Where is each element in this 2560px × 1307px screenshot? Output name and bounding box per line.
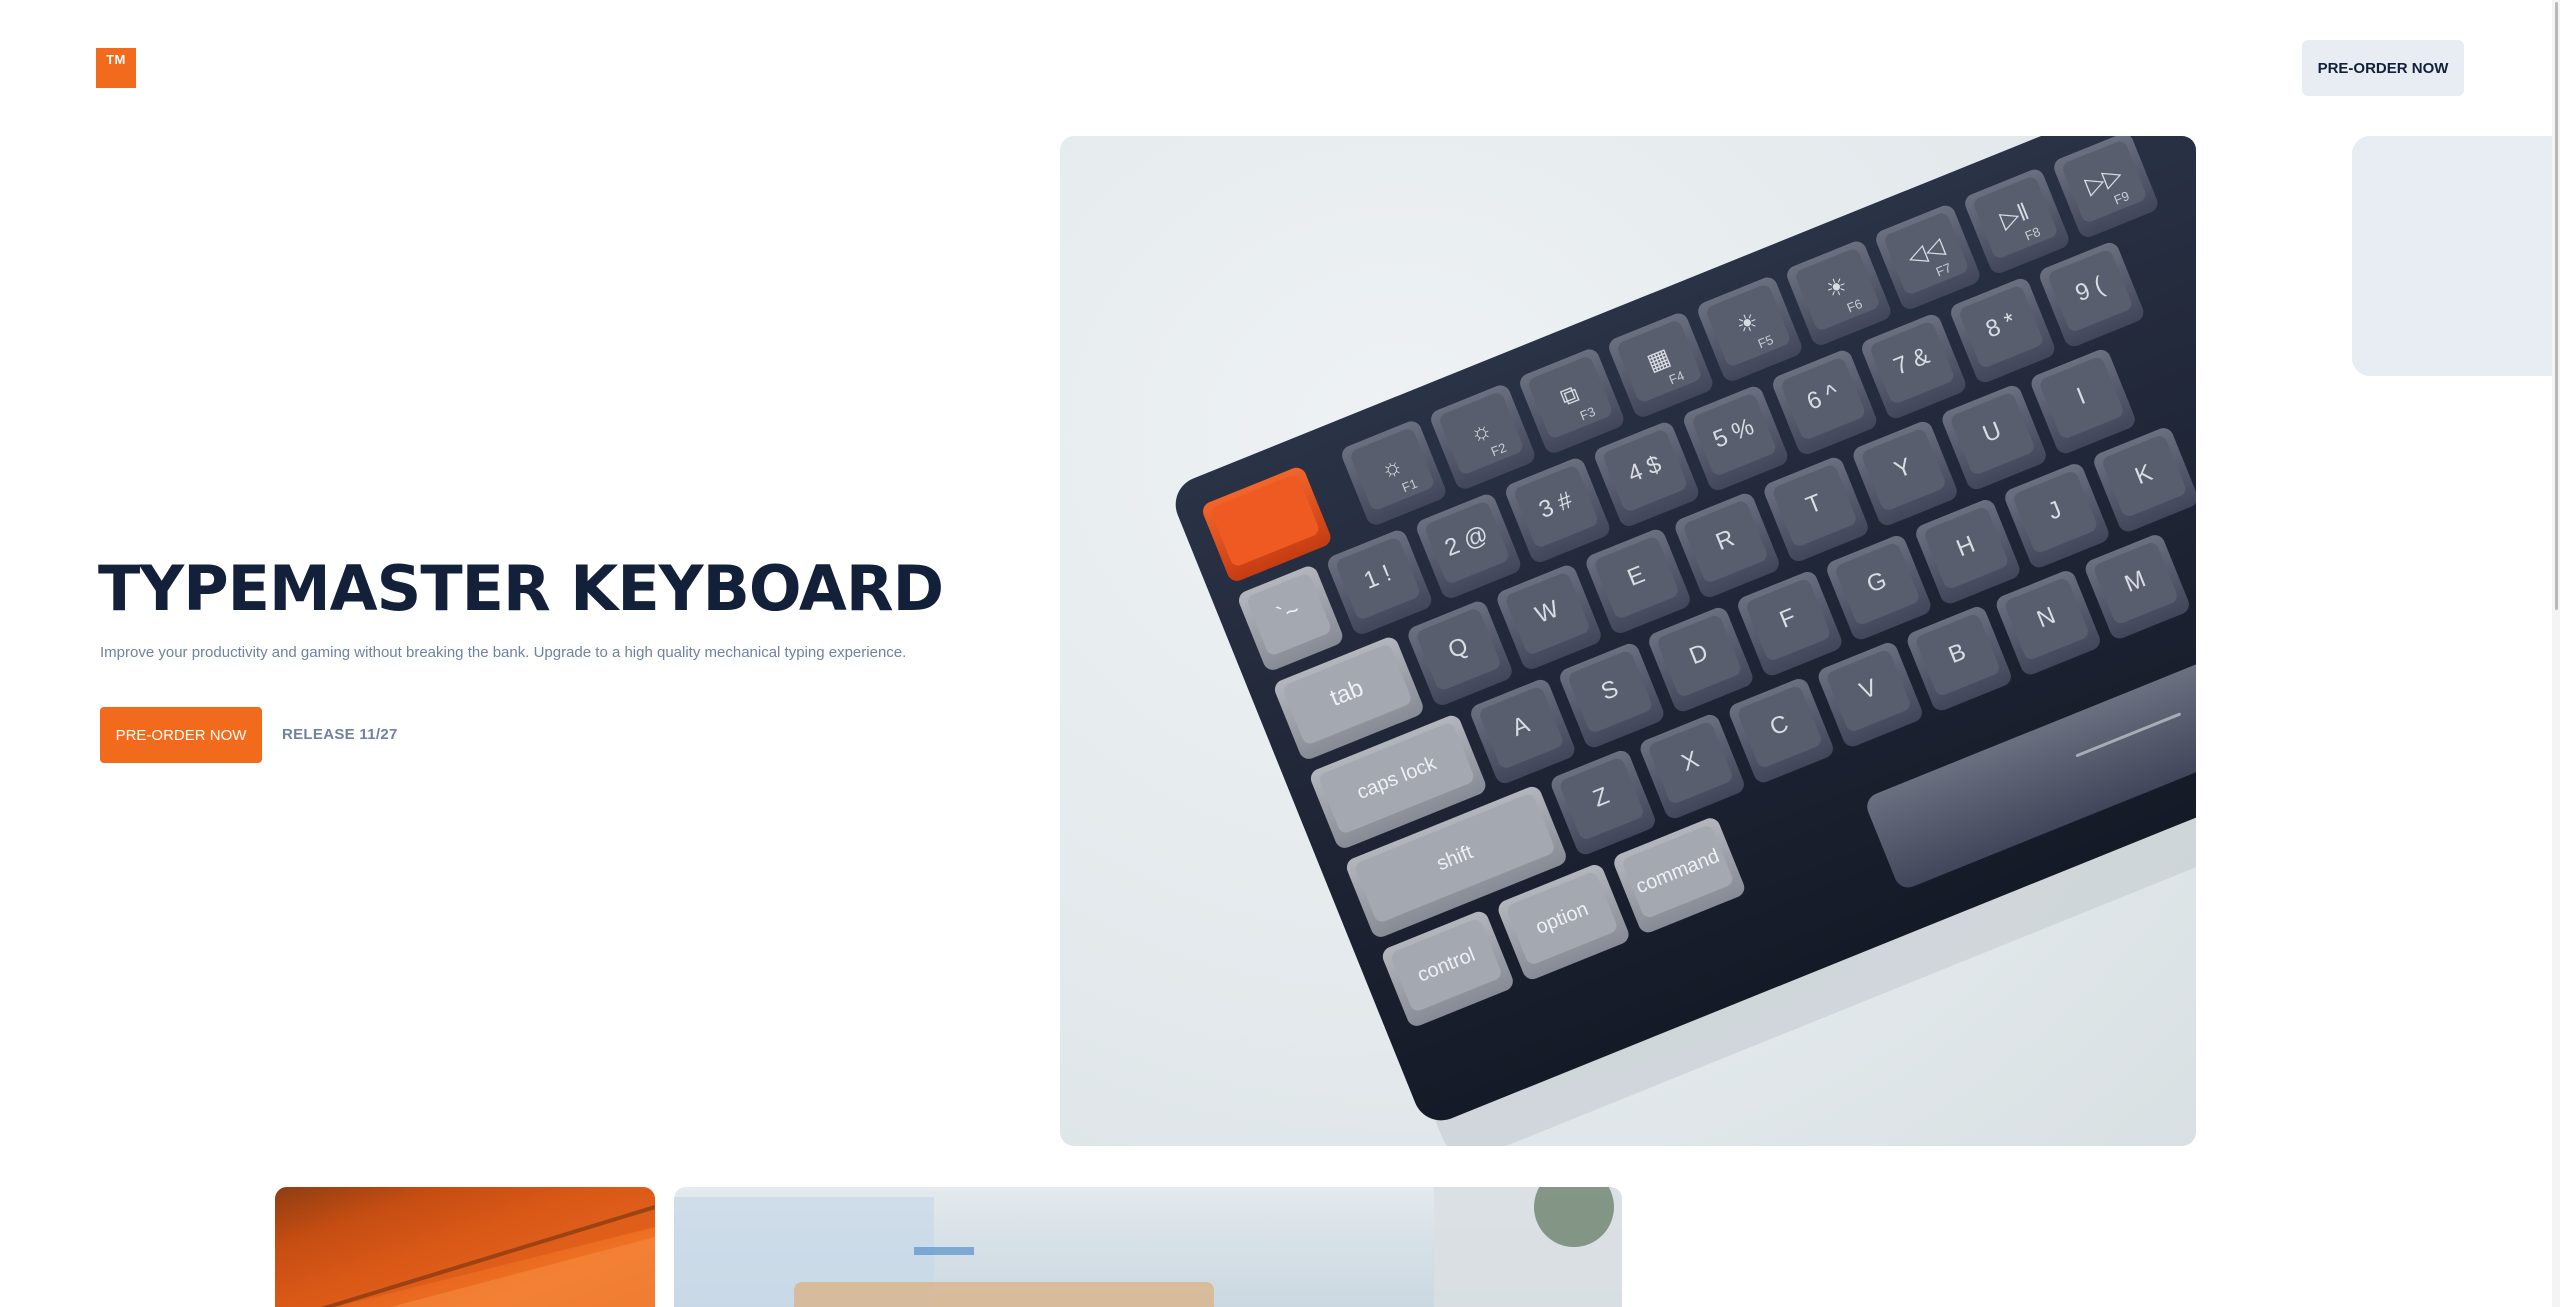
side-preview-card (2352, 136, 2560, 376)
orange-keycap-closeup (275, 1187, 655, 1307)
release-date-link[interactable]: RELEASE 11/27 (282, 726, 398, 743)
landing-page: TM PRE-ORDER NOW TYPEMASTER KEYBOARD Imp… (0, 0, 2560, 1307)
brand-logo[interactable]: TM (96, 48, 136, 88)
hero-subtitle: Improve your productivity and gaming wit… (100, 644, 907, 661)
page-scrollbar-thumb[interactable] (2555, 2, 2558, 610)
header-preorder-button[interactable]: PRE-ORDER NOW (2302, 40, 2464, 96)
logo-text: TM (106, 52, 126, 67)
workspace-photo (674, 1187, 1622, 1307)
hero-preorder-button[interactable]: PRE-ORDER NOW (100, 707, 262, 763)
keyboard-photo: ☼ F1 ☼ F2 ⧉ F3 ▦ F4 ☀ F5 ☀ F6 ◁◁ F7 ▷ǁ F8 ▷▷ F9 `~ 1 ! 2 @3 … (1060, 136, 2196, 1146)
feature-card-orange[interactable] (275, 1187, 655, 1307)
keyboard-illustration: ☼F1☼F2⧉F3▦F4☀F5☀F6◁◁F7▷ǁF8▷▷F9`~1 !2 @3 … (1175, 136, 2196, 1146)
feature-card-workspace[interactable] (674, 1187, 1622, 1307)
hero-title: TYPEMASTER KEYBOARD (98, 552, 944, 625)
